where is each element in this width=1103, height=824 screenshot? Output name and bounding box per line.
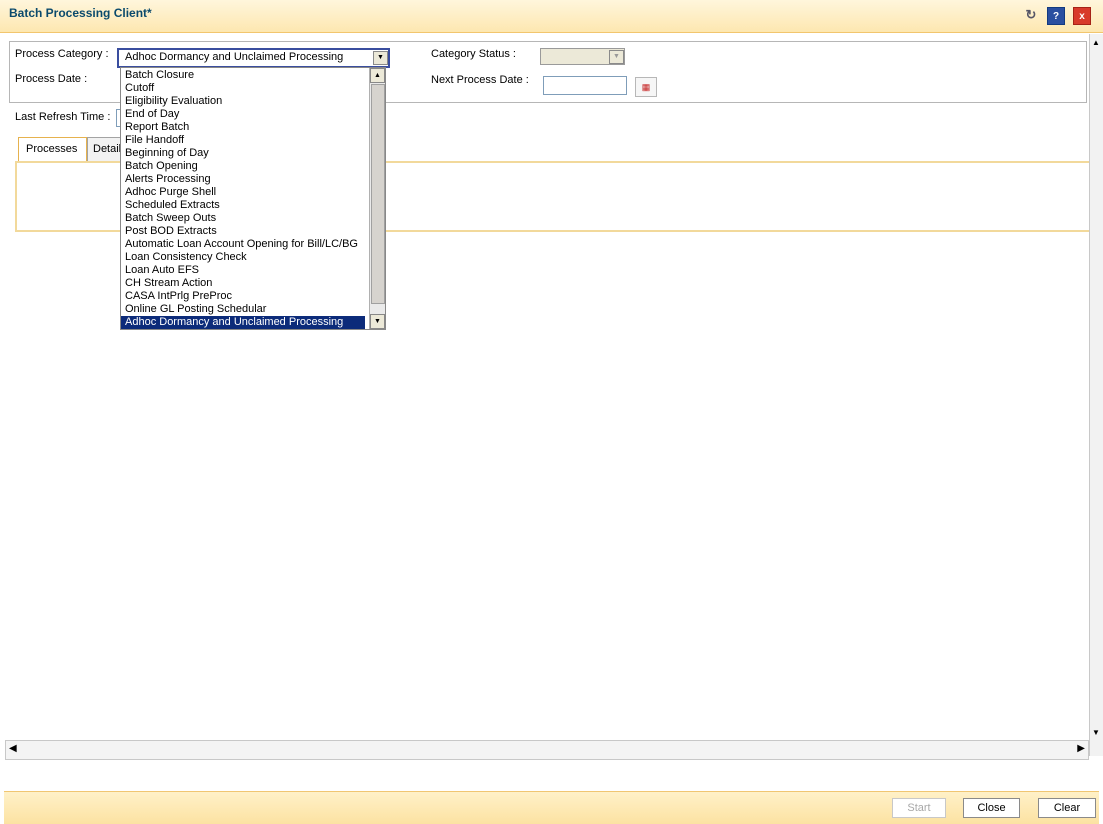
dropdown-option[interactable]: Report Batch — [121, 121, 365, 134]
process-category-dropdown[interactable]: Batch Closure Cutoff Eligibility Evaluat… — [120, 67, 386, 330]
calendar-icon[interactable]: ▦ — [635, 77, 657, 97]
dropdown-option[interactable]: Batch Sweep Outs — [121, 212, 365, 225]
scroll-down-icon[interactable]: ▼ — [370, 314, 385, 329]
process-category-label: Process Category : — [15, 48, 109, 60]
vertical-scrollbar[interactable]: ▲ ▼ — [1089, 34, 1103, 756]
dropdown-option[interactable]: Automatic Loan Account Opening for Bill/… — [121, 238, 365, 251]
last-refresh-label: Last Refresh Time : — [15, 111, 111, 123]
process-category-value: Adhoc Dormancy and Unclaimed Processing — [125, 51, 344, 63]
start-button[interactable]: Start — [892, 798, 946, 818]
scroll-down-icon[interactable]: ▼ — [1092, 728, 1100, 737]
scroll-up-icon[interactable]: ▲ — [370, 68, 385, 83]
dropdown-option[interactable]: End of Day — [121, 108, 365, 121]
dropdown-option[interactable]: Loan Auto EFS — [121, 264, 365, 277]
dropdown-option[interactable]: Cutoff — [121, 82, 365, 95]
dropdown-option[interactable]: CH Stream Action — [121, 277, 365, 290]
next-process-date-label: Next Process Date : — [431, 74, 529, 86]
footer-bar: Start Close Clear — [4, 791, 1099, 824]
tab-processes-label: Processes — [26, 143, 78, 155]
scroll-thumb[interactable] — [371, 84, 385, 304]
dropdown-option[interactable]: CASA IntPrlg PreProc — [121, 290, 365, 303]
tab-processes[interactable]: Processes — [18, 137, 87, 162]
title-bar: Batch Processing Client* ↻ ? x — [0, 0, 1103, 33]
category-status-label: Category Status : — [431, 48, 516, 60]
horizontal-scrollbar[interactable]: ◀ ▶ — [5, 740, 1089, 760]
dropdown-option[interactable]: Eligibility Evaluation — [121, 95, 365, 108]
process-category-select[interactable]: Adhoc Dormancy and Unclaimed Processing … — [117, 48, 390, 68]
scroll-right-icon[interactable]: ▶ — [1077, 743, 1085, 754]
dropdown-option[interactable]: Adhoc Purge Shell — [121, 186, 365, 199]
clear-button[interactable]: Clear — [1038, 798, 1096, 818]
scroll-up-icon[interactable]: ▲ — [1092, 38, 1100, 47]
dropdown-option[interactable]: Post BOD Extracts — [121, 225, 365, 238]
chevron-down-icon[interactable]: ▼ — [373, 51, 388, 65]
process-date-label: Process Date : — [15, 73, 88, 85]
dropdown-option[interactable]: Batch Closure — [121, 69, 365, 82]
dropdown-option[interactable]: Alerts Processing — [121, 173, 365, 186]
close-button[interactable]: Close — [963, 798, 1020, 818]
dropdown-option[interactable]: Online GL Posting Schedular — [121, 303, 365, 316]
close-icon[interactable]: x — [1073, 7, 1091, 25]
dropdown-option-selected[interactable]: Adhoc Dormancy and Unclaimed Processing — [121, 316, 365, 329]
scroll-left-icon[interactable]: ◀ — [9, 743, 17, 754]
title-icons: ↻ ? x — [1023, 7, 1091, 25]
dropdown-option[interactable]: Batch Opening — [121, 160, 365, 173]
dropdown-option[interactable]: File Handoff — [121, 134, 365, 147]
refresh-icon[interactable]: ↻ — [1023, 7, 1039, 23]
dropdown-scrollbar[interactable]: ▲ ▼ — [369, 68, 385, 329]
category-status-select[interactable]: ▼ — [540, 48, 625, 65]
help-icon[interactable]: ? — [1047, 7, 1065, 25]
chevron-down-icon[interactable]: ▼ — [609, 50, 624, 64]
dropdown-option[interactable]: Loan Consistency Check — [121, 251, 365, 264]
dropdown-option[interactable]: Beginning of Day — [121, 147, 365, 160]
dropdown-option[interactable]: Scheduled Extracts — [121, 199, 365, 212]
window-title: Batch Processing Client* — [9, 6, 152, 20]
next-process-date-input[interactable] — [543, 76, 627, 95]
